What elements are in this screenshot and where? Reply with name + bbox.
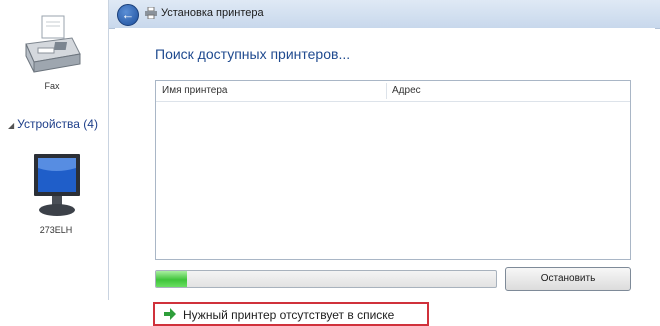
add-printer-dialog: ← Установка принтера Поиск доступных при… (108, 0, 660, 326)
search-heading: Поиск доступных принтеров... (155, 46, 351, 62)
fax-device[interactable]: Fax (14, 14, 90, 91)
monitor-label: 273ELH (39, 225, 73, 235)
search-progress-bar (155, 270, 497, 288)
devices-group-label: Устройства (4) (17, 117, 98, 131)
printer-list[interactable]: Имя принтера Адрес (155, 80, 631, 260)
dialog-content: Поиск доступных принтеров... Имя принтер… (115, 28, 655, 326)
dialog-title-bar: ← Установка принтера (109, 0, 660, 29)
printer-icon (145, 7, 157, 19)
monitor-icon (34, 154, 80, 216)
fax-icon (25, 15, 81, 73)
printer-not-listed-label: Нужный принтер отсутствует в списке (183, 308, 395, 322)
back-button[interactable]: ← (117, 4, 139, 26)
progress-fill (156, 271, 187, 287)
printer-list-header: Имя принтера Адрес (156, 81, 630, 102)
column-header-printer-name[interactable]: Имя принтера (162, 85, 228, 96)
dialog-title: Установка принтера (161, 7, 264, 19)
devices-panel: Fax ◢ Устройства (4) 273ELH (0, 0, 118, 300)
column-header-address[interactable]: Адрес (392, 85, 421, 96)
printer-not-listed-link[interactable]: Нужный принтер отсутствует в списке (153, 302, 429, 326)
green-arrow-icon (164, 308, 176, 320)
column-divider[interactable] (386, 83, 387, 99)
devices-group-header[interactable]: ◢ Устройства (4) (8, 117, 98, 131)
collapse-arrow-icon[interactable]: ◢ (8, 121, 14, 130)
fax-label: Fax (44, 81, 60, 91)
monitor-device[interactable]: 273ELH (18, 152, 94, 235)
stop-button[interactable]: Остановить (505, 267, 631, 291)
back-arrow-icon: ← (121, 7, 135, 22)
